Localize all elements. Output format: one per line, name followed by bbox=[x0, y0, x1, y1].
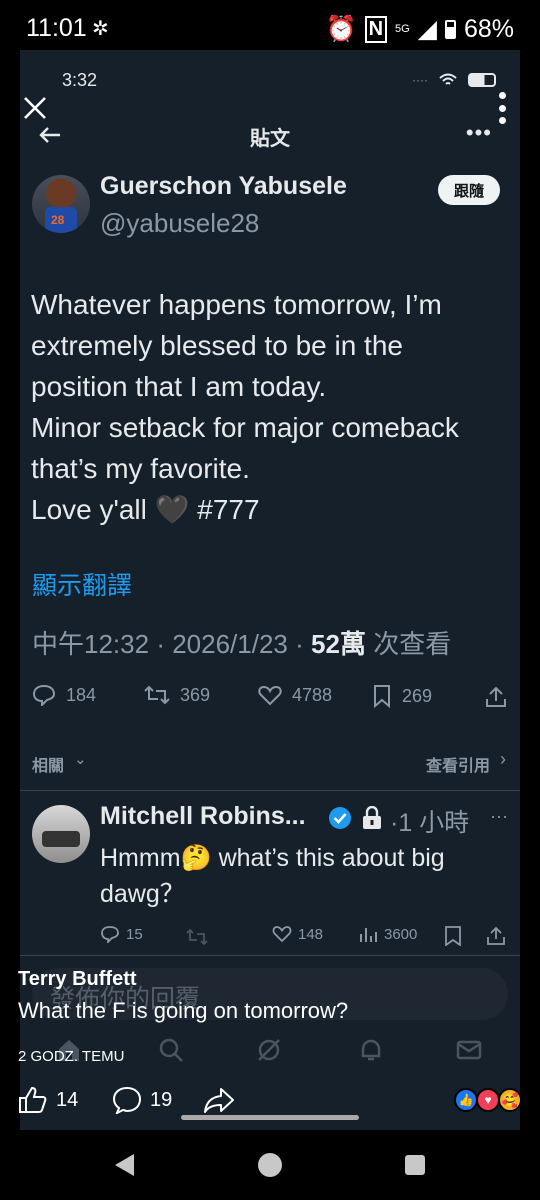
reply-like-count: 148 bbox=[298, 925, 324, 943]
recents-square-icon[interactable] bbox=[404, 1154, 426, 1176]
reply-author-name[interactable]: Mitchell Robins... bbox=[100, 802, 306, 831]
comment-like-count: 14 bbox=[56, 1088, 79, 1111]
shot-status-time: 3:32 bbox=[62, 70, 98, 90]
reply-count-button[interactable]: 184 bbox=[32, 684, 96, 706]
shot-more-icon[interactable]: ••• bbox=[466, 120, 492, 146]
heart-icon bbox=[272, 926, 292, 943]
chevron-down-icon[interactable]: ⌄ bbox=[74, 750, 87, 768]
messages-icon[interactable] bbox=[456, 1037, 482, 1063]
shot-battery-icon bbox=[468, 73, 496, 87]
author-avatar[interactable]: 28 bbox=[32, 175, 90, 233]
retweet-count: 369 bbox=[180, 684, 211, 705]
meta-separator: · bbox=[156, 629, 165, 659]
like-reaction-button[interactable]: 14 bbox=[18, 1086, 78, 1114]
reply-share-icon[interactable] bbox=[486, 926, 506, 946]
shot-signal-dots: ···· bbox=[412, 73, 428, 87]
reply-views-button[interactable]: 3600 bbox=[358, 925, 417, 943]
home-indicator[interactable] bbox=[181, 1115, 359, 1120]
view-quotes-link[interactable]: 查看引用 bbox=[426, 752, 490, 776]
tweet-date: 2026/1/23 bbox=[172, 629, 288, 659]
reply-text: Hmmm🤔 what’s this about big dawg？ bbox=[100, 844, 445, 908]
analytics-icon bbox=[360, 928, 377, 942]
comment-icon bbox=[101, 926, 119, 943]
lock-icon bbox=[363, 806, 381, 829]
comment-reply-count: 19 bbox=[150, 1088, 173, 1111]
reply-like-button[interactable]: 148 bbox=[272, 925, 323, 943]
shot-wifi-icon bbox=[439, 73, 457, 85]
thumbs-up-icon bbox=[19, 1086, 47, 1113]
retweet-icon bbox=[144, 685, 170, 705]
reaction-summary[interactable]: 👍 ♥ 🥰 bbox=[454, 1086, 526, 1114]
reply-bookmark-icon[interactable] bbox=[444, 926, 462, 946]
like-count: 4788 bbox=[292, 684, 333, 705]
home-circle-icon[interactable] bbox=[257, 1152, 283, 1178]
bookmark-count: 269 bbox=[402, 685, 433, 706]
reply-more-icon[interactable]: ··· bbox=[490, 806, 508, 827]
close-icon[interactable] bbox=[22, 95, 48, 121]
show-translation-link[interactable]: 顯示翻譯 bbox=[32, 566, 132, 602]
share-arrow-icon[interactable] bbox=[203, 1086, 235, 1114]
comment-reply-button[interactable]: 19 bbox=[112, 1086, 172, 1114]
battery-level: 68% bbox=[463, 14, 514, 43]
alarm-icon: ⏰ bbox=[325, 14, 357, 43]
reply-avatar[interactable] bbox=[32, 805, 90, 863]
author-name[interactable]: Guerschon Yabusele bbox=[100, 172, 347, 201]
reply-reply-button[interactable]: 15 bbox=[100, 925, 143, 943]
tweet-text: Whatever happens tomorrow, I’m extremely… bbox=[31, 289, 459, 525]
jersey-number: 28 bbox=[51, 213, 65, 227]
settings-gear-icon: ✲ bbox=[92, 18, 109, 40]
speech-bubble-icon bbox=[112, 1086, 142, 1114]
love-reaction-icon: ♥ bbox=[476, 1088, 500, 1112]
follow-button[interactable]: 跟隨 bbox=[438, 175, 500, 205]
nav-title: 貼文 bbox=[250, 128, 290, 150]
share-icon[interactable] bbox=[484, 686, 508, 708]
like-reaction-icon: 👍 bbox=[454, 1088, 478, 1112]
more-options-icon[interactable] bbox=[499, 92, 507, 124]
battery-icon bbox=[444, 19, 456, 39]
status-time: 11:01 bbox=[26, 14, 87, 42]
network-label: 5G bbox=[395, 23, 410, 35]
shot-status-icons: ···· bbox=[412, 72, 496, 88]
verified-badge-icon bbox=[329, 807, 351, 829]
divider bbox=[20, 790, 520, 791]
signal-icon: ◢ bbox=[417, 15, 437, 43]
search-icon[interactable] bbox=[158, 1037, 184, 1063]
reply-time: ·1 小時 bbox=[390, 809, 470, 837]
reply-retweet-icon[interactable] bbox=[186, 928, 208, 946]
nfc-icon: N bbox=[364, 15, 388, 43]
comment-text: What the F is going on tomorrow? bbox=[18, 998, 349, 1023]
views-count: 52萬 bbox=[311, 629, 366, 659]
reply-views-count: 3600 bbox=[384, 925, 418, 943]
meta-separator: · bbox=[295, 629, 304, 659]
divider bbox=[20, 955, 520, 956]
bookmark-button[interactable]: 269 bbox=[372, 684, 432, 708]
grok-icon[interactable] bbox=[256, 1037, 282, 1063]
reply-reply-count: 15 bbox=[126, 925, 143, 943]
reply-count: 184 bbox=[66, 684, 97, 705]
tweet-time: 中午12:32 bbox=[32, 629, 150, 659]
like-button[interactable]: 4788 bbox=[258, 684, 332, 706]
heart-icon bbox=[258, 685, 282, 706]
chevron-right-icon[interactable]: › bbox=[500, 749, 506, 770]
status-icons: ⏰ N 5G ◢ 68% bbox=[325, 14, 514, 44]
tweet-meta: 中午12:32 · 2026/1/23 · 52萬 次查看 bbox=[32, 624, 451, 661]
back-triangle-icon[interactable] bbox=[112, 1152, 136, 1178]
comment-meta: 2 GODZ. TEMU bbox=[18, 1048, 125, 1065]
related-label[interactable]: 相關 bbox=[32, 752, 64, 776]
care-reaction-icon: 🥰 bbox=[498, 1088, 522, 1112]
retweet-button[interactable]: 369 bbox=[144, 684, 210, 706]
notifications-bell-icon[interactable] bbox=[358, 1037, 384, 1063]
commenter-name[interactable]: Terry Buffett bbox=[18, 968, 137, 991]
views-label: 次查看 bbox=[373, 629, 452, 659]
author-handle[interactable]: @yabusele28 bbox=[100, 208, 259, 239]
bookmark-icon bbox=[374, 685, 390, 708]
comment-icon bbox=[32, 684, 56, 706]
system-nav-bar bbox=[0, 1130, 540, 1200]
